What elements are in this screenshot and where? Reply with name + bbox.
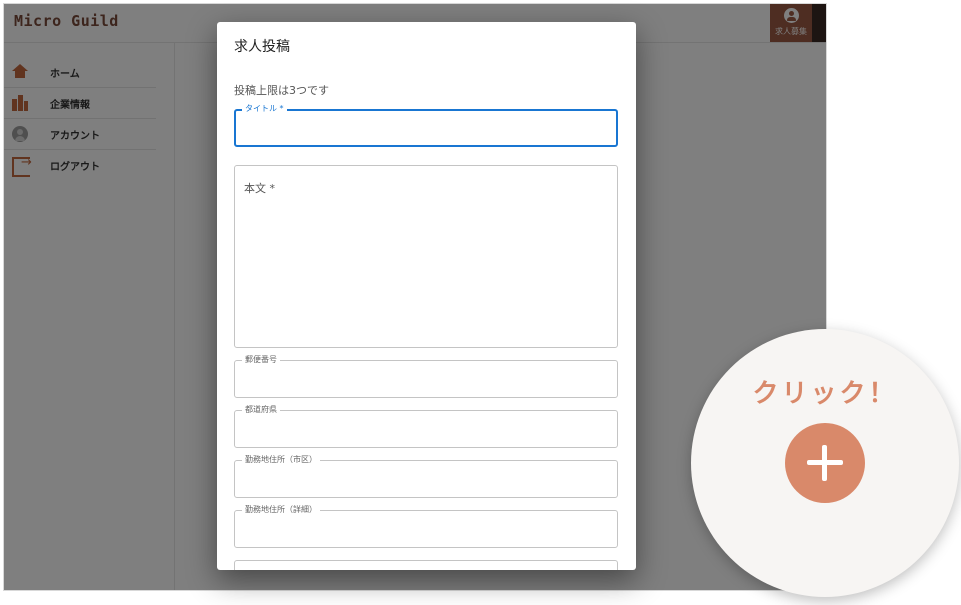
city-field: 勤務地住所（市区） [234, 454, 618, 498]
body-textarea[interactable] [235, 166, 617, 347]
next-field-partial[interactable] [234, 560, 618, 570]
dialog-title: 求人投稿 [234, 39, 290, 55]
callout-text: クリック！ [752, 379, 898, 409]
body-field [234, 165, 618, 348]
prefecture-input[interactable] [235, 411, 617, 444]
postal-code-label: 郵便番号 [242, 354, 280, 366]
prefecture-field: 都道府県 [234, 404, 618, 448]
job-post-dialog: 求人投稿 投稿上限は3つです タイトル * 郵便番号 都道府県 勤務地住所（市区… [217, 22, 636, 570]
postal-code-field: 郵便番号 [234, 354, 618, 398]
post-limit-note: 投稿上限は3つです [234, 84, 329, 97]
add-post-button[interactable] [785, 423, 865, 503]
city-label: 勤務地住所（市区） [242, 454, 320, 466]
title-input[interactable] [236, 111, 616, 144]
title-field-label: タイトル * [242, 103, 287, 115]
address-detail-field: 勤務地住所（詳細） [234, 504, 618, 548]
postal-code-input[interactable] [235, 361, 617, 394]
click-callout: クリック！ [691, 329, 959, 597]
address-detail-label: 勤務地住所（詳細） [242, 504, 320, 516]
prefecture-label: 都道府県 [242, 404, 280, 416]
title-field: タイトル * [234, 103, 618, 147]
